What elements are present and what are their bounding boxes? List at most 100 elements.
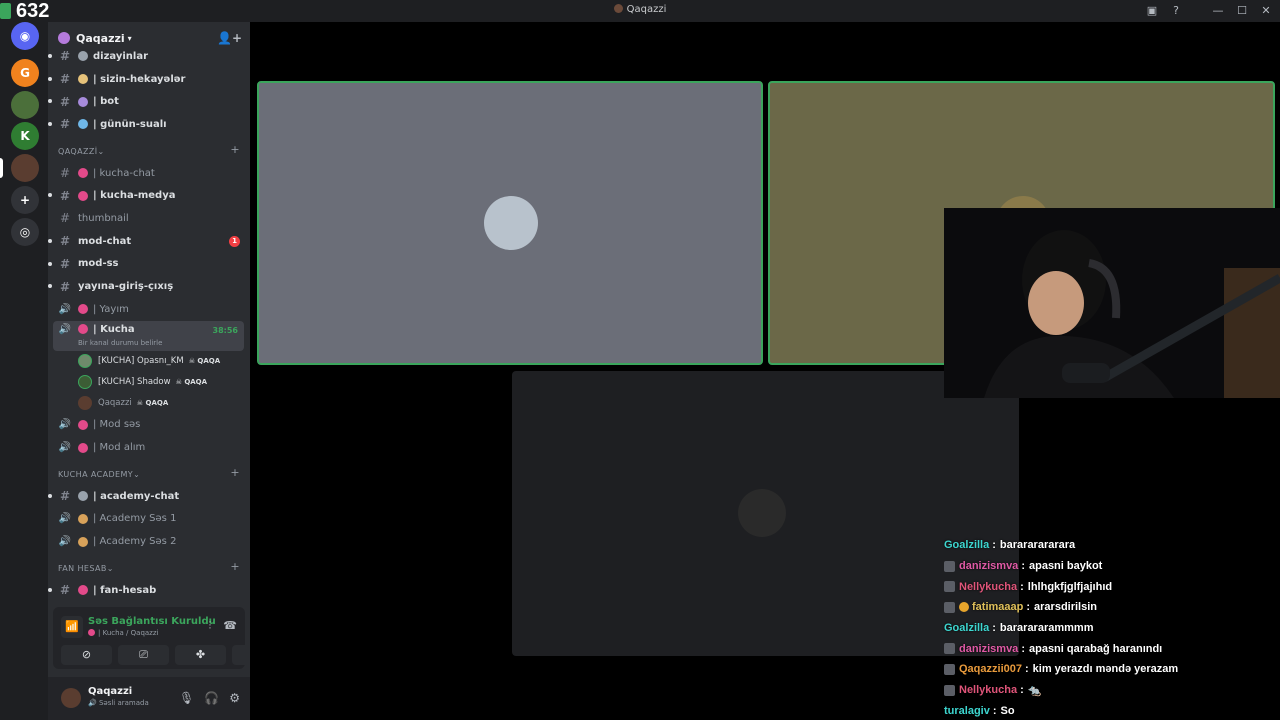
add-channel-icon[interactable]: +	[230, 560, 240, 573]
channel-status-hint[interactable]: Bir kanal durumu belirle	[78, 339, 162, 347]
channel-label: | kucha-chat	[93, 167, 155, 179]
server-2-icon[interactable]	[11, 91, 39, 119]
category-header[interactable]: QAQAZZİ ⌄ +	[48, 136, 250, 162]
channel-item[interactable]: 🔊 | Mod səs	[48, 414, 250, 437]
mention-badge: 1	[229, 235, 240, 247]
tile-user-opasni[interactable]	[257, 81, 763, 365]
chat-separator: :	[992, 539, 996, 552]
channel-item[interactable]: # | kucha-chat	[48, 162, 250, 185]
maximize-button[interactable]: ☐	[1234, 3, 1250, 19]
signal-icon[interactable]: 📶	[61, 616, 83, 638]
channel-item[interactable]: # yayına-giriş-çıxış	[48, 275, 250, 298]
speaker-icon: 🔊	[58, 442, 72, 454]
voice-user[interactable]: [KUCHA] Opasnı_KM ☠ QAQA	[48, 351, 250, 372]
voice-status-title[interactable]: Səs Bağlantısı Kuruldu	[88, 616, 216, 627]
tile-user-qaqazzi[interactable]	[512, 371, 1019, 656]
channel-item[interactable]: 🔊 | Academy Səs 2	[48, 530, 250, 553]
chevron-down-icon: ⌄	[133, 469, 141, 479]
unread-dot	[48, 193, 52, 198]
hashtag-icon: #	[59, 583, 71, 598]
user-panel: Qaqazzi 🔊 Səsli aramada 🎙 🎧 ⚙	[48, 677, 250, 720]
server-g-icon[interactable]: G	[11, 59, 39, 87]
chat-separator: :	[992, 622, 996, 635]
channel-list: # dizayinlar # | sizin-hekayələr # | bot # | gü…	[48, 45, 250, 602]
channel-item[interactable]: # | kucha-medya	[48, 184, 250, 207]
title-avatar-icon	[613, 4, 623, 13]
stream-chat: Goalzilla: barararararara danizismva: apasn…	[944, 535, 1280, 720]
unread-dot	[48, 238, 52, 243]
hashtag-icon: #	[59, 72, 71, 87]
chat-message: danizismva: apasni qarabağ haranındı	[944, 638, 1280, 659]
disconnect-icon[interactable]: ☎	[223, 619, 237, 633]
category-header[interactable]: KUCHA ACADEMY ⌄ +	[48, 459, 250, 485]
channel-item[interactable]: # | sizin-hekayələr	[48, 68, 250, 91]
settings-gear-icon[interactable]: ⚙	[229, 691, 240, 705]
avatar[interactable]	[61, 688, 81, 708]
unread-dot	[48, 588, 52, 592]
voice-user[interactable]: [KUCHA] Shadow ☠ QAQA	[48, 372, 250, 393]
channel-item[interactable]: # | fan-hesab	[48, 579, 250, 602]
screen-share-button[interactable]: ⎚	[118, 645, 169, 665]
skull-icon: ☠	[136, 399, 146, 408]
server-tag: ☠ QAQA	[136, 399, 169, 408]
channel-emoji-icon	[78, 96, 88, 107]
channel-item[interactable]: # mod-ss	[48, 253, 250, 276]
server-qaqazzi-icon[interactable]	[11, 154, 39, 182]
channel-item[interactable]: # mod-chat 1	[48, 230, 250, 253]
hashtag-icon: #	[59, 166, 71, 181]
discover-icon[interactable]: ◎	[11, 218, 39, 246]
app-root: Qaqazzi ▣ ? — ☐ ✕ 632 ◉ G K + ◎ Qaqazzi ▾ 👤+…	[0, 0, 1280, 720]
title-bar: Qaqazzi ▣ ? — ☐ ✕	[0, 0, 1280, 22]
activities-button[interactable]: ✤	[175, 645, 226, 665]
user-name[interactable]: Qaqazzi	[88, 686, 132, 697]
discord-home-icon[interactable]: ◉	[11, 22, 39, 50]
server-tag: ☠ QAQA	[175, 378, 208, 387]
add-user-icon[interactable]: 👤+	[217, 31, 242, 45]
category-header[interactable]: FAN HESAB ⌄ +	[48, 553, 250, 579]
channel-item[interactable]: # | bot	[48, 90, 250, 113]
voice-user[interactable]: Qaqazzi ☠ QAQA	[48, 393, 250, 414]
channel-label: dizayinlar	[93, 50, 149, 62]
chat-separator: :	[1020, 684, 1024, 697]
channel-item[interactable]: 🔊 | Mod alım	[48, 436, 250, 459]
channel-label: | Kucha	[93, 323, 135, 335]
channel-item[interactable]: 🔊 | Academy Səs 1	[48, 508, 250, 531]
voice-user-name: [KUCHA] Opasnı_KM	[98, 356, 184, 367]
channel-item[interactable]: # thumbnail	[48, 207, 250, 230]
microphone-icon[interactable]: 🎙	[179, 691, 194, 705]
server-icon	[58, 32, 70, 44]
minimize-button[interactable]: —	[1210, 3, 1226, 19]
add-server-icon[interactable]: +	[11, 186, 39, 214]
close-button[interactable]: ✕	[1258, 3, 1274, 19]
hashtag-icon: #	[59, 117, 71, 132]
channel-emoji-icon	[78, 491, 88, 502]
chat-username: Goalzilla	[944, 539, 990, 552]
speaker-icon: 🔊	[88, 699, 97, 707]
server-rail: ◉ G K + ◎	[0, 22, 48, 720]
help-icon[interactable]: ?	[1168, 3, 1184, 19]
server-kucha-icon[interactable]: K	[11, 122, 39, 150]
chat-badge-icon	[944, 663, 955, 675]
chat-message: Goalzilla: bararararammmm	[944, 618, 1280, 639]
headphones-icon[interactable]: 🎧	[204, 691, 219, 705]
window-controls: ▣ ? — ☐ ✕	[1144, 3, 1274, 19]
chat-text: apasni qarabağ haranındı	[1028, 642, 1163, 655]
streamer-webcam	[944, 208, 1280, 398]
add-channel-icon[interactable]: +	[230, 143, 240, 156]
channel-label: mod-ss	[78, 258, 119, 270]
channel-item[interactable]: 🔊 | Yayım	[48, 298, 250, 321]
soundboard-button[interactable]: ✺	[232, 645, 250, 665]
chat-message: fatimaaap: ararsdirilsin	[944, 597, 1280, 618]
channel-item[interactable]: # | academy-chat	[48, 485, 250, 508]
noise-suppression-icon[interactable]: ⫶	[209, 619, 212, 633]
channel-item[interactable]: # | günün-sualı	[48, 113, 250, 136]
voice-action-buttons: ⊘ ⎚ ✤ ✺	[61, 645, 250, 665]
channel-emoji-icon	[78, 585, 88, 596]
channel-item[interactable]: # dizayinlar	[48, 45, 250, 68]
add-channel-icon[interactable]: +	[230, 466, 240, 479]
camera-off-button[interactable]: ⊘	[61, 645, 112, 665]
chat-username: turalagiv	[944, 704, 990, 717]
active-voice-channel[interactable]: 🔊 | Kucha 38:56 Bir kanal durumu belirle	[53, 320, 244, 351]
inbox-icon[interactable]: ▣	[1144, 3, 1160, 19]
unread-dot	[48, 493, 52, 498]
